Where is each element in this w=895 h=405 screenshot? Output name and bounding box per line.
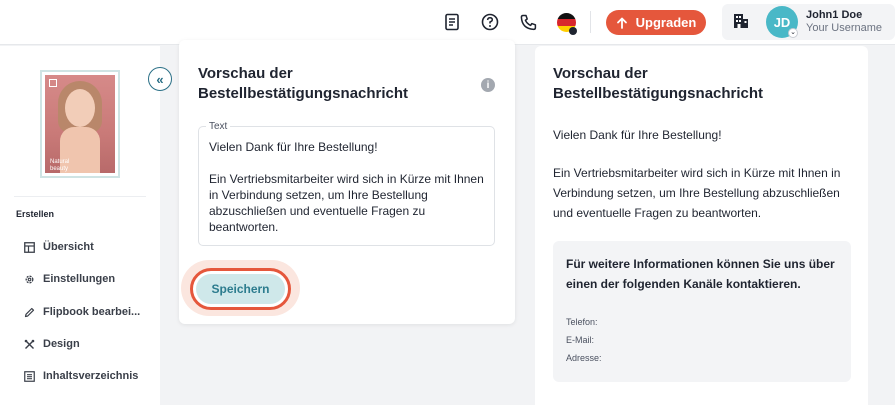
sidebar-item-design[interactable]: Design	[24, 335, 80, 353]
contact-field-address: Adresse:	[566, 353, 602, 363]
upgrade-label: Upgraden	[635, 15, 697, 30]
upgrade-button[interactable]: Upgraden	[606, 10, 706, 35]
contact-field-phone: Telefon:	[566, 317, 598, 327]
layout-icon	[24, 241, 35, 253]
sidebar-item-label: Übersicht	[43, 241, 94, 253]
sidebar-item-table-of-contents[interactable]: Inhaltsverzeichnis	[24, 367, 138, 385]
pencil-icon	[24, 307, 35, 317]
header-divider	[590, 11, 591, 33]
sidebar: Natural beauty Erstellen Übersicht Einst…	[0, 46, 160, 405]
phone-icon[interactable]	[517, 11, 539, 33]
help-icon[interactable]	[479, 11, 501, 33]
user-subtitle: Your Username	[806, 22, 883, 34]
textarea-label: Text	[206, 121, 231, 132]
textarea-line: abzuschließen und eventuelle Fragen zu	[209, 204, 426, 218]
preview-text-line: Verbindung setzen, um Ihre Bestellung ab…	[553, 186, 840, 200]
contact-title-line: Für weitere Informationen können Sie uns…	[566, 257, 835, 271]
preview-text-line: Ein Vertriebsmitarbeiter wird sich in Kü…	[553, 166, 841, 180]
user-name: John1 Doe	[806, 9, 863, 21]
collapse-sidebar-button[interactable]: «	[148, 67, 172, 91]
contact-title-line: einen der folgenden Kanäle kontaktieren.	[566, 277, 801, 291]
textarea-line: Vielen Dank für Ihre Bestellung!	[209, 140, 378, 154]
gear-icon	[25, 275, 34, 283]
preview-text-line: Vielen Dank für Ihre Bestellung!	[553, 128, 722, 142]
textarea-line: Ein Vertriebsmitarbeiter wird sich in Kü…	[209, 172, 484, 186]
sidebar-item-label: Einstellungen	[43, 273, 116, 285]
cover-logo-icon	[49, 79, 57, 87]
sidebar-item-edit-flipbook[interactable]: Flipbook bearbei...	[24, 303, 140, 321]
sidebar-item-label: Inhaltsverzeichnis	[43, 370, 139, 382]
document-icon[interactable]	[441, 11, 463, 33]
preview-title: Vorschau der Bestellbestätigungsnachrich…	[553, 65, 764, 102]
editor-title: Vorschau der Bestellbestätigungsnachrich…	[198, 65, 409, 102]
textarea-line: in Verbindung setzen, um Ihre Bestellung	[209, 188, 428, 202]
preview-text-line: und eventuelle Fragen zu beantworten.	[553, 206, 762, 220]
tools-icon	[24, 339, 35, 349]
info-icon[interactable]: i	[481, 78, 495, 92]
language-dropdown-indicator[interactable]	[569, 27, 577, 35]
save-button[interactable]: Speichern	[196, 274, 285, 304]
contact-field-email: E-Mail:	[566, 335, 595, 345]
chevron-down-icon[interactable]: ⌄	[788, 28, 798, 38]
sidebar-section-label: Erstellen	[16, 209, 55, 219]
textarea-line: beantworten.	[209, 220, 279, 234]
sidebar-item-settings[interactable]: Einstellungen	[24, 270, 115, 288]
arrow-up-icon	[616, 17, 627, 29]
building-icon[interactable]	[732, 12, 750, 35]
list-icon	[24, 370, 35, 382]
cover-caption: Natural beauty	[50, 159, 70, 172]
sidebar-divider	[14, 196, 146, 197]
flipbook-thumbnail[interactable]: Natural beauty	[40, 70, 120, 178]
sidebar-item-overview[interactable]: Übersicht	[24, 238, 94, 256]
sidebar-item-label: Design	[43, 338, 80, 350]
sidebar-item-label: Flipbook bearbei...	[43, 306, 141, 318]
flipbook-cover-image: Natural beauty	[45, 75, 115, 173]
